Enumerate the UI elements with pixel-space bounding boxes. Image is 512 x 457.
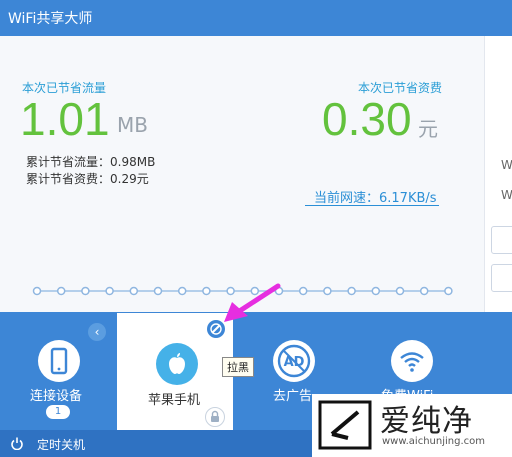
speed-point bbox=[129, 286, 139, 296]
current-speed: 当前网速：6.17KB/s bbox=[314, 191, 437, 206]
scheduled-shutdown[interactable]: 定时关机 bbox=[37, 436, 85, 453]
right-panel-text: W bbox=[501, 158, 512, 172]
speed-point bbox=[202, 286, 211, 296]
cost-saved-value: 0.30 bbox=[322, 93, 412, 145]
power-icon[interactable] bbox=[10, 436, 24, 450]
tile-label: 去广告 bbox=[273, 389, 313, 404]
speed-point bbox=[32, 286, 42, 296]
speed-point bbox=[56, 286, 66, 296]
speed-point bbox=[371, 286, 381, 296]
wifi-icon bbox=[391, 340, 433, 382]
title-bar: WiFi共享大师 bbox=[0, 0, 512, 36]
traffic-saved-value: 1.01 bbox=[20, 93, 110, 145]
ad-block-icon: AD bbox=[273, 340, 315, 382]
speed-point bbox=[177, 286, 187, 296]
apple-icon bbox=[156, 343, 198, 385]
tile-label: 苹果手机 bbox=[148, 393, 201, 408]
back-button[interactable]: ‹ bbox=[88, 323, 106, 341]
speed-point bbox=[347, 286, 356, 296]
watermark-url: www.aichunjing.com bbox=[382, 436, 485, 447]
speed-underline bbox=[305, 205, 439, 206]
apple-phone-card[interactable]: 苹果手机 bbox=[117, 313, 233, 430]
phone-icon bbox=[38, 340, 80, 382]
device-count-badge: 1 bbox=[46, 405, 70, 419]
lock-icon[interactable] bbox=[205, 407, 225, 427]
speed-point bbox=[395, 286, 405, 296]
total-cost: 累计节省资费：0.29元 bbox=[26, 172, 149, 186]
right-panel: W W bbox=[484, 36, 512, 312]
watermark-logo-icon bbox=[318, 400, 372, 450]
blacklist-tooltip: 拉黑 bbox=[222, 357, 254, 377]
right-panel-text: W bbox=[501, 188, 512, 202]
speed-point bbox=[81, 286, 90, 296]
speed-point bbox=[298, 286, 308, 296]
cost-unit: 元 bbox=[418, 117, 438, 141]
speed-point bbox=[105, 286, 114, 296]
speed-point bbox=[323, 286, 332, 296]
total-traffic: 累计节省流量：0.98MB bbox=[26, 155, 156, 169]
right-panel-button[interactable] bbox=[491, 226, 512, 254]
pointer-arrow bbox=[224, 283, 281, 322]
right-panel-button[interactable] bbox=[491, 264, 512, 292]
traffic-unit: MB bbox=[117, 113, 148, 137]
speed-point bbox=[444, 286, 453, 296]
watermark-brand: 爱纯净 bbox=[380, 404, 473, 439]
speed-point bbox=[419, 286, 429, 296]
watermark: 爱纯净 www.aichunjing.com bbox=[312, 394, 512, 457]
tile-label: 连接设备 bbox=[30, 389, 83, 404]
speed-point bbox=[153, 286, 163, 296]
window-title: WiFi共享大师 bbox=[8, 11, 93, 27]
